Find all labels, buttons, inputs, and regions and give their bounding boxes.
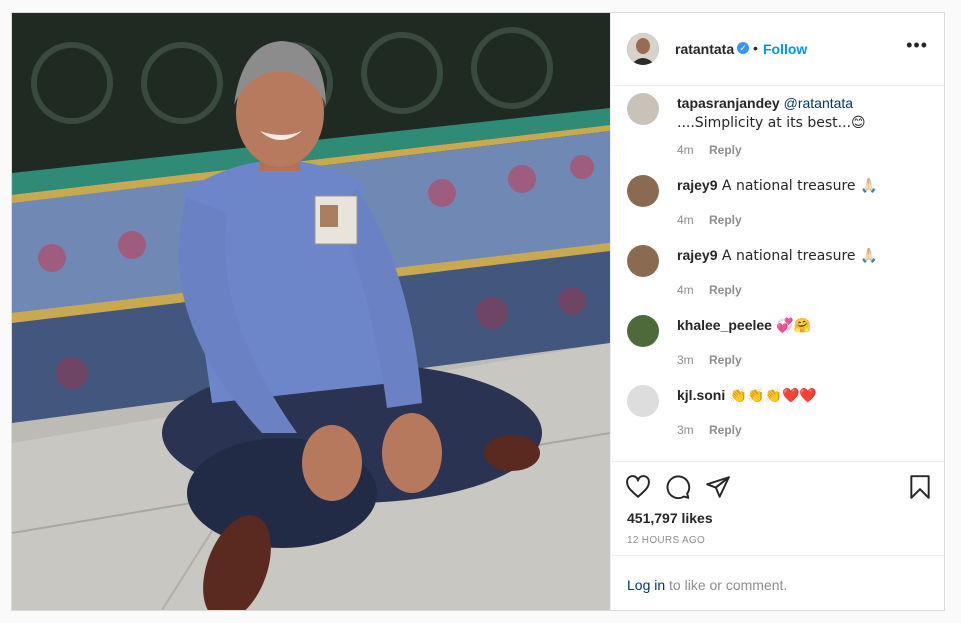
login-text: Log in to like or comment. [627,577,787,593]
commenter-avatar[interactable] [627,385,659,417]
like-count[interactable]: 451,797 likes [627,510,713,526]
share-icon[interactable] [705,474,731,500]
separator-dot: • [753,40,758,56]
comment-text: tapasranjandey @ratantata ....Simplicity… [677,94,929,132]
commenter-avatar[interactable] [627,245,659,277]
comment-meta: 4m Reply [677,213,742,227]
comment-body: A national treasure 🙏🏻 [717,248,878,264]
comment-item: rajey9 A national treasure 🙏🏻 4m Reply [611,167,944,237]
author-username[interactable]: ratantata [675,41,734,57]
commenter-username[interactable]: tapasranjandey [677,95,780,111]
comment-time: 4m [677,143,694,157]
comment-text: kjl.soni 👏👏👏❤️❤️ [677,386,929,405]
comment-text: khalee_peelee 💞🤗 [677,316,929,335]
comment-item: kjl.soni 👏👏👏❤️❤️ 3m Reply [611,377,944,447]
comment-item: tapasranjandey @ratantata ....Simplicity… [611,85,944,167]
post-photo[interactable] [12,13,610,610]
reply-button[interactable]: Reply [709,353,742,367]
comment-icon[interactable] [665,474,691,500]
commenter-avatar[interactable] [627,175,659,207]
comment-item: rajey9 A national treasure 🙏🏻 4m Reply [611,237,944,307]
commenter-username[interactable]: kjl.soni [677,387,725,403]
more-options-icon[interactable]: ••• [906,35,928,56]
post-side-panel: ratantata ✓ • Follow ••• tapasranjandey … [610,13,944,610]
comment-item: khalee_peelee 💞🤗 3m Reply [611,307,944,377]
login-link[interactable]: Log in [627,577,665,593]
login-rest-text: to like or comment. [665,577,788,593]
comment-text: rajey9 A national treasure 🙏🏻 [677,176,929,195]
post-actions: 451,797 likes 12 HOURS AGO [611,461,944,568]
comment-body: ....Simplicity at its best...😊 [677,115,866,131]
comment-meta: 3m Reply [677,353,742,367]
heart-icon[interactable] [625,474,651,500]
comment-meta: 3m Reply [677,423,742,437]
comment-body: 👏👏👏❤️❤️ [725,388,817,404]
post-photo-illustration [12,13,610,610]
instagram-post: ratantata ✓ • Follow ••• tapasranjandey … [11,12,945,611]
author-avatar[interactable] [627,33,659,65]
comments-list[interactable]: tapasranjandey @ratantata ....Simplicity… [611,85,944,461]
comment-meta: 4m Reply [677,143,742,157]
login-prompt: Log in to like or comment. [611,555,944,610]
comment-mention[interactable]: @ratantata [784,95,853,111]
comment-text: rajey9 A national treasure 🙏🏻 [677,246,929,265]
comment-body: A national treasure 🙏🏻 [717,178,878,194]
commenter-avatar[interactable] [627,93,659,125]
comment-time: 4m [677,283,694,297]
author-avatar-image [627,33,659,65]
comment-time: 4m [677,213,694,227]
follow-button[interactable]: Follow [763,41,807,57]
post-timestamp[interactable]: 12 HOURS AGO [627,535,705,546]
reply-button[interactable]: Reply [709,283,742,297]
post-header: ratantata ✓ • Follow ••• [611,13,944,86]
verified-badge-icon: ✓ [737,42,749,54]
commenter-username[interactable]: rajey9 [677,247,717,263]
comment-time: 3m [677,423,694,437]
comment-meta: 4m Reply [677,283,742,297]
reply-button[interactable]: Reply [709,213,742,227]
reply-button[interactable]: Reply [709,423,742,437]
comment-body: 💞🤗 [771,318,812,334]
commenter-username[interactable]: rajey9 [677,177,717,193]
comment-time: 3m [677,353,694,367]
commenter-avatar[interactable] [627,315,659,347]
reply-button[interactable]: Reply [709,143,742,157]
commenter-username[interactable]: khalee_peelee [677,317,772,333]
bookmark-icon[interactable] [907,474,933,500]
